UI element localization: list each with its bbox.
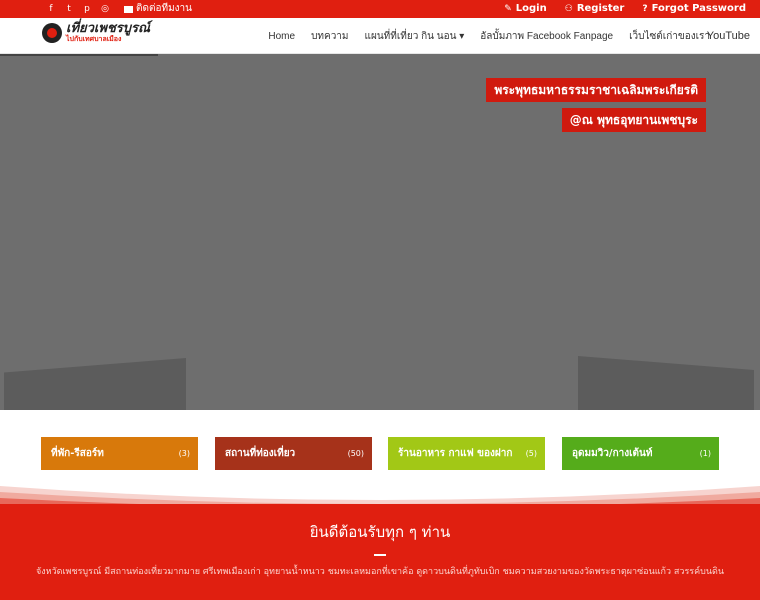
login-link[interactable]: ✎ Login [504, 2, 547, 16]
contact-link[interactable]: ติดต่อทีมงาน [124, 2, 192, 16]
question-icon: ? [642, 4, 648, 14]
category-label: ที่พัก-รีสอร์ท [51, 448, 104, 459]
social-links: f t p ◎ [44, 2, 112, 16]
mail-icon [124, 5, 133, 13]
category-label: สถานที่ท่องเที่ยว [225, 448, 296, 459]
menu-item-youtube[interactable]: YouTube [707, 30, 750, 42]
hero-right-page-curl [578, 356, 754, 410]
main-navbar: เที่ยวเพชรบูรณ์ ไปกับเทศบาลเมือง Home บท… [0, 18, 760, 54]
menu-item-articles[interactable]: บทความ [311, 29, 348, 44]
contact-label: ติดต่อทีมงาน [136, 3, 193, 14]
category-row: ที่พัก-รีสอร์ท (3) สถานที่ท่องเที่ยว (50… [41, 437, 719, 470]
category-count: (5) [525, 449, 537, 458]
menu-item-map-dropdown[interactable]: แผนที่ที่เที่ยว กิน นอน ▾ [365, 29, 465, 44]
category-camping-button[interactable]: อุดมมวิว/กางเต้นท์ (1) [562, 437, 719, 470]
logo-title: เที่ยวเพชรบูรณ์ [66, 21, 151, 36]
account-links: ✎ Login ⚇ Register ? Forgot Password [504, 2, 746, 16]
logo-mark-icon [42, 22, 62, 43]
welcome-title: ยินดีต้อนรับทุก ๆ ท่าน [309, 523, 451, 541]
pinterest-icon[interactable]: p [80, 2, 94, 16]
hero-slider[interactable]: พระพุทธมหาธรรมราชาเฉลิมพระเกียรติ @ณ พุท… [0, 54, 760, 410]
register-label: Register [576, 3, 625, 14]
login-label: Login [515, 3, 547, 14]
forgot-password-label: Forgot Password [651, 3, 746, 14]
twitter-icon[interactable]: t [62, 2, 76, 16]
wrench-icon: ✎ [504, 4, 512, 14]
hero-top-shade [0, 54, 158, 56]
category-food-button[interactable]: ร้านอาหาร กาแฟ ของฝาก (5) [388, 437, 545, 470]
category-accommodation-button[interactable]: ที่พัก-รีสอร์ท (3) [41, 437, 198, 470]
menu-item-home[interactable]: Home [268, 31, 295, 42]
category-count: (3) [178, 449, 190, 458]
hero-caption-title: พระพุทธมหาธรรมราชาเฉลิมพระเกียรติ [486, 78, 706, 102]
hero-caption-location: @ณ พุทธอุทยานเพชบุระ [561, 108, 706, 132]
category-label: อุดมมวิว/กางเต้นท์ [572, 448, 653, 459]
category-count: (1) [699, 449, 711, 458]
main-menu: Home บทความ แผนที่ที่เที่ยว กิน นอน ▾ อั… [268, 18, 750, 54]
forgot-password-link[interactable]: ? Forgot Password [642, 2, 746, 16]
facebook-icon[interactable]: f [44, 2, 58, 16]
instagram-icon[interactable]: ◎ [98, 2, 112, 16]
category-count: (50) [347, 449, 364, 458]
menu-item-old-website[interactable]: เว็บไซต์เก่าของเรา [629, 29, 710, 44]
menu-item-facebook-album[interactable]: อัลบั้มภาพ Facebook Fanpage [480, 29, 613, 44]
welcome-description: จังหวัดเพชรบูรณ์ มีสถานท่องเที่ยวมากมาย … [35, 567, 725, 577]
category-label: ร้านอาหาร กาแฟ ของฝาก [398, 448, 513, 459]
top-bar: f t p ◎ ติดต่อทีมงาน ✎ Login ⚇ Register … [0, 0, 760, 18]
logo-subtitle: ไปกับเทศบาลเมือง [66, 35, 122, 43]
category-attractions-button[interactable]: สถานที่ท่องเที่ยว (50) [215, 437, 372, 470]
welcome-section: ยินดีต้อนรับทุก ๆ ท่าน จังหวัดเพชรบูรณ์ … [0, 504, 760, 600]
site-logo[interactable]: เที่ยวเพชรบูรณ์ ไปกับเทศบาลเมือง [42, 22, 150, 43]
hero-left-page-curl [4, 358, 186, 410]
register-link[interactable]: ⚇ Register [565, 2, 625, 16]
user-plus-icon: ⚇ [564, 4, 573, 14]
welcome-divider [374, 554, 386, 556]
